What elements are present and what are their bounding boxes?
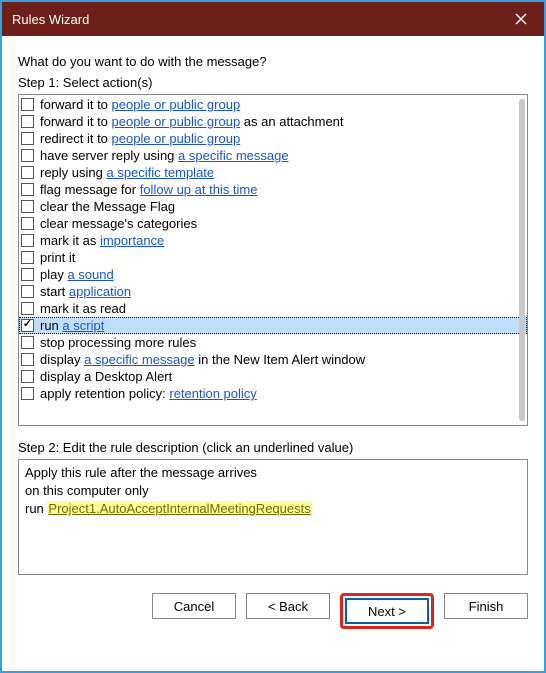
action-row[interactable]: apply retention policy: retention policy bbox=[19, 385, 527, 402]
action-label: mark it as read bbox=[40, 300, 126, 317]
scrollbar-thumb[interactable] bbox=[519, 99, 525, 421]
action-label: forward it to people or public group as … bbox=[40, 113, 344, 130]
action-link[interactable]: importance bbox=[100, 233, 164, 248]
action-checkbox[interactable] bbox=[21, 166, 34, 179]
close-icon bbox=[515, 13, 527, 25]
action-label: apply retention policy: retention policy bbox=[40, 385, 257, 402]
script-value-link[interactable]: Project1.AutoAcceptInternalMeetingReques… bbox=[47, 501, 311, 516]
action-checkbox[interactable] bbox=[21, 217, 34, 230]
action-link[interactable]: application bbox=[69, 284, 131, 299]
action-link[interactable]: a specific template bbox=[106, 165, 214, 180]
action-label: clear message's categories bbox=[40, 215, 197, 232]
action-label: have server reply using a specific messa… bbox=[40, 147, 289, 164]
finish-button[interactable]: Finish bbox=[444, 593, 528, 619]
action-row[interactable]: forward it to people or public group bbox=[19, 96, 527, 113]
action-list[interactable]: forward it to people or public groupforw… bbox=[18, 94, 528, 426]
action-link[interactable]: a sound bbox=[67, 267, 113, 282]
action-checkbox[interactable] bbox=[21, 234, 34, 247]
action-label: display a specific message in the New It… bbox=[40, 351, 365, 368]
back-button[interactable]: < Back bbox=[246, 593, 330, 619]
close-button[interactable] bbox=[498, 2, 544, 36]
action-link[interactable]: people or public group bbox=[112, 131, 241, 146]
action-row[interactable]: reply using a specific template bbox=[19, 164, 527, 181]
action-checkbox[interactable] bbox=[21, 251, 34, 264]
action-checkbox[interactable] bbox=[21, 353, 34, 366]
action-row[interactable]: display a specific message in the New It… bbox=[19, 351, 527, 368]
action-link[interactable]: a specific message bbox=[84, 352, 195, 367]
action-label: flag message for follow up at this time bbox=[40, 181, 258, 198]
action-link[interactable]: people or public group bbox=[112, 97, 241, 112]
action-row[interactable]: flag message for follow up at this time bbox=[19, 181, 527, 198]
action-label: stop processing more rules bbox=[40, 334, 196, 351]
button-row: Cancel < Back Next > Finish bbox=[2, 575, 544, 643]
desc-line-2: on this computer only bbox=[25, 482, 521, 500]
action-checkbox[interactable] bbox=[21, 336, 34, 349]
step2-label: Step 2: Edit the rule description (click… bbox=[18, 440, 528, 455]
action-label: start application bbox=[40, 283, 131, 300]
action-link[interactable]: a specific message bbox=[178, 148, 289, 163]
action-link[interactable]: a script bbox=[62, 318, 104, 333]
window-title: Rules Wizard bbox=[12, 12, 89, 27]
action-label: forward it to people or public group bbox=[40, 96, 240, 113]
action-label: mark it as importance bbox=[40, 232, 164, 249]
prompt-text: What do you want to do with the message? bbox=[18, 54, 528, 69]
dialog-content: What do you want to do with the message?… bbox=[2, 36, 544, 575]
action-link[interactable]: people or public group bbox=[112, 114, 241, 129]
rule-description-box: Apply this rule after the message arrive… bbox=[18, 459, 528, 575]
action-label: reply using a specific template bbox=[40, 164, 214, 181]
action-row[interactable]: forward it to people or public group as … bbox=[19, 113, 527, 130]
action-link[interactable]: follow up at this time bbox=[140, 182, 258, 197]
action-link[interactable]: retention policy bbox=[169, 386, 256, 401]
titlebar: Rules Wizard bbox=[2, 2, 544, 36]
desc-line-3: run Project1.AutoAcceptInternalMeetingRe… bbox=[25, 500, 521, 518]
next-button-highlight: Next > bbox=[340, 593, 434, 629]
action-checkbox[interactable] bbox=[21, 319, 34, 332]
action-checkbox[interactable] bbox=[21, 387, 34, 400]
action-label: print it bbox=[40, 249, 75, 266]
action-checkbox[interactable] bbox=[21, 200, 34, 213]
action-label: play a sound bbox=[40, 266, 114, 283]
action-label: run a script bbox=[40, 317, 104, 334]
action-label: redirect it to people or public group bbox=[40, 130, 240, 147]
next-button[interactable]: Next > bbox=[345, 598, 429, 624]
action-checkbox[interactable] bbox=[21, 115, 34, 128]
action-row[interactable]: clear the Message Flag bbox=[19, 198, 527, 215]
action-row[interactable]: clear message's categories bbox=[19, 215, 527, 232]
step1-label: Step 1: Select action(s) bbox=[18, 75, 528, 90]
action-checkbox[interactable] bbox=[21, 268, 34, 281]
action-row[interactable]: redirect it to people or public group bbox=[19, 130, 527, 147]
action-row[interactable]: play a sound bbox=[19, 266, 527, 283]
action-checkbox[interactable] bbox=[21, 183, 34, 196]
action-label: display a Desktop Alert bbox=[40, 368, 172, 385]
action-row[interactable]: print it bbox=[19, 249, 527, 266]
cancel-button[interactable]: Cancel bbox=[152, 593, 236, 619]
action-row[interactable]: run a script bbox=[19, 317, 527, 334]
action-checkbox[interactable] bbox=[21, 370, 34, 383]
action-checkbox[interactable] bbox=[21, 149, 34, 162]
action-row[interactable]: mark it as importance bbox=[19, 232, 527, 249]
action-checkbox[interactable] bbox=[21, 302, 34, 315]
action-row[interactable]: display a Desktop Alert bbox=[19, 368, 527, 385]
desc-line-1: Apply this rule after the message arrive… bbox=[25, 464, 521, 482]
action-row[interactable]: mark it as read bbox=[19, 300, 527, 317]
action-row[interactable]: start application bbox=[19, 283, 527, 300]
action-checkbox[interactable] bbox=[21, 98, 34, 111]
action-label: clear the Message Flag bbox=[40, 198, 175, 215]
action-checkbox[interactable] bbox=[21, 285, 34, 298]
action-row[interactable]: have server reply using a specific messa… bbox=[19, 147, 527, 164]
action-checkbox[interactable] bbox=[21, 132, 34, 145]
action-row[interactable]: stop processing more rules bbox=[19, 334, 527, 351]
